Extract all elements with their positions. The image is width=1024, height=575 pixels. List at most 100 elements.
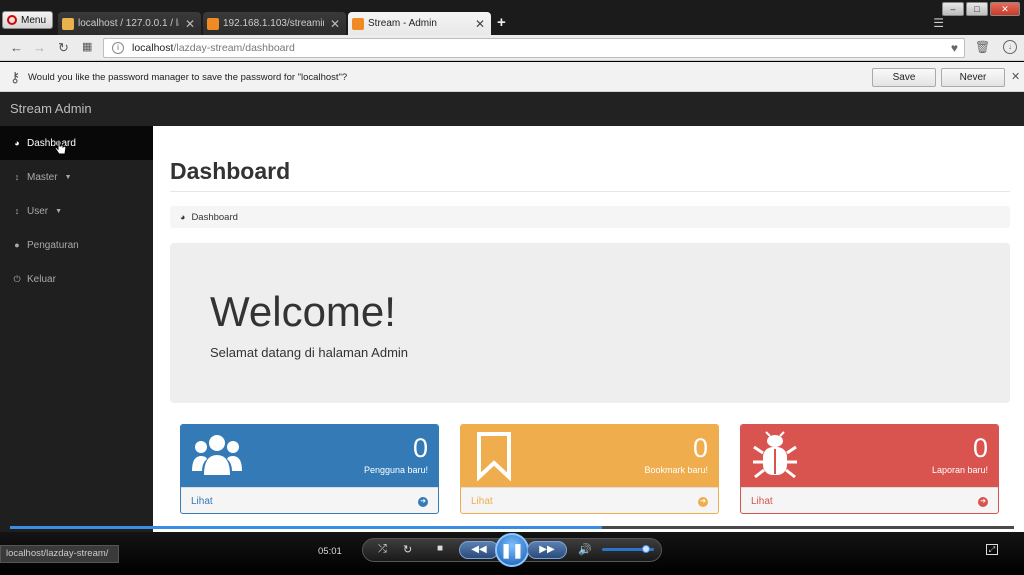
new-bookmarks-label: Bookmark baru! <box>644 465 708 475</box>
new-tab-button[interactable]: + <box>497 14 506 31</box>
playback-time: 05:01 <box>318 546 342 557</box>
tab-menu-icon[interactable]: ☰ <box>933 16 944 30</box>
panel-heading: 0 Laporan baru! <box>741 425 998 487</box>
tab-stream-admin[interactable]: Stream - Admin ✕ <box>348 12 491 35</box>
fast-forward-button[interactable]: ▶▶ <box>527 541 567 559</box>
bookmark-icon <box>477 432 511 481</box>
sidebar-item-pengaturan[interactable]: ● Pengaturan <box>0 228 153 262</box>
site-favicon-icon <box>207 17 219 30</box>
pause-button[interactable]: ❚❚ <box>495 533 529 567</box>
tab-streaming[interactable]: 192.168.1.103/streaming/a ✕ <box>203 12 346 35</box>
site-favicon-icon <box>352 17 364 30</box>
sidebar-item-user[interactable]: ↕ User ▼ <box>0 194 153 228</box>
sort-icon: ↕ <box>14 206 20 216</box>
close-window-icon[interactable]: ✕ <box>990 2 1020 16</box>
opera-logo-icon <box>7 15 17 25</box>
password-manager-bar: ⚷ Would you like the password manager to… <box>0 62 1024 92</box>
brand-title[interactable]: Stream Admin <box>10 101 92 116</box>
address-bar-row: ← → ↻ ▦ i localhost/lazday-stream/dashbo… <box>0 35 1024 61</box>
new-users-count: 0 <box>412 433 428 463</box>
new-users-panel: 0 Pengguna baru! Lihat ➜ <box>180 424 439 514</box>
sidebar-item-label: User <box>27 205 49 217</box>
menu-label: Menu <box>21 14 47 26</box>
view-bookmarks-link[interactable]: Lihat ➜ <box>461 487 718 513</box>
phpmyadmin-favicon-icon <box>62 17 74 30</box>
reload-icon[interactable]: ↻ <box>58 40 69 56</box>
shuffle-icon[interactable]: ⤮ <box>378 543 387 556</box>
site-info-icon[interactable]: i <box>112 42 124 54</box>
rewind-button[interactable]: ◀◀ <box>459 541 499 559</box>
close-tab-icon[interactable]: ✕ <box>183 17 197 31</box>
new-reports-label: Laporan baru! <box>931 465 988 475</box>
volume-icon[interactable]: 🔊 <box>578 543 592 556</box>
stop-icon[interactable]: ■ <box>437 543 443 554</box>
dashboard-icon: ◕ <box>14 138 20 148</box>
dashboard-icon: ◕ <box>180 212 186 222</box>
panel-link-label: Lihat <box>191 496 213 507</box>
minimize-icon[interactable]: – <box>942 2 964 16</box>
new-users-label: Pengguna baru! <box>363 465 428 475</box>
close-icon[interactable]: ✕ <box>1011 70 1020 83</box>
close-tab-icon[interactable]: ✕ <box>473 17 487 31</box>
tab-title: localhost / 127.0.0.1 / lazd <box>78 18 179 29</box>
welcome-jumbotron: Welcome! Selamat datang di halaman Admin <box>170 243 1010 403</box>
breadcrumb-item[interactable]: Dashboard <box>191 212 237 223</box>
speed-dial-icon[interactable]: ▦ <box>82 40 92 53</box>
sort-icon: ↕ <box>14 172 20 182</box>
back-icon[interactable]: ← <box>10 40 23 55</box>
panel-heading: 0 Pengguna baru! <box>181 425 438 487</box>
panel-link-label: Lihat <box>471 496 493 507</box>
video-progress-fill <box>10 526 603 529</box>
forward-icon[interactable]: → <box>33 40 46 55</box>
trash-icon[interactable]: 🗑 <box>975 40 990 54</box>
welcome-subtitle: Selamat datang di halaman Admin <box>210 345 409 360</box>
admin-navbar: Stream Admin <box>0 92 1024 126</box>
status-bar-url: localhost/lazday-stream/ <box>0 545 119 563</box>
opera-menu-button[interactable]: Menu <box>2 11 53 29</box>
users-icon <box>192 435 242 475</box>
view-users-link[interactable]: Lihat ➜ <box>181 487 438 513</box>
sidebar-item-master[interactable]: ↕ Master ▼ <box>0 160 153 194</box>
sidebar-item-label: Pengaturan <box>27 239 79 251</box>
download-icon[interactable]: ↓ <box>1003 40 1017 54</box>
new-reports-count: 0 <box>972 433 988 463</box>
window-controls: – □ ✕ <box>942 2 1020 16</box>
main-content: Dashboard ◕ Dashboard Welcome! Selamat d… <box>153 126 1024 536</box>
save-password-button[interactable]: Save <box>872 68 936 87</box>
repeat-icon[interactable]: ↻ <box>403 543 412 556</box>
mouse-cursor-icon <box>55 139 67 155</box>
video-seek-bar[interactable] <box>10 526 1014 529</box>
arrow-circle-right-icon: ➜ <box>978 496 988 507</box>
tab-phpmyadmin[interactable]: localhost / 127.0.0.1 / lazd ✕ <box>58 12 201 35</box>
sidebar-item-dashboard[interactable]: ◕ Dashboard <box>0 126 153 160</box>
new-bookmarks-count: 0 <box>692 433 708 463</box>
breadcrumb: ◕ Dashboard <box>170 206 1010 228</box>
fullscreen-icon[interactable]: ⤢ <box>986 544 998 555</box>
arrow-circle-right-icon: ➜ <box>698 496 708 507</box>
sidebar-item-label: Master <box>27 171 58 183</box>
view-reports-link[interactable]: Lihat ➜ <box>741 487 998 513</box>
close-tab-icon[interactable]: ✕ <box>328 17 342 31</box>
sidebar-item-keluar[interactable]: ⏻ Keluar <box>0 262 153 296</box>
tab-title: Stream - Admin <box>368 18 437 29</box>
panel-heading: 0 Bookmark baru! <box>461 425 718 487</box>
heart-icon[interactable]: ♥ <box>951 41 958 55</box>
tab-title: 192.168.1.103/streaming/a <box>223 18 324 29</box>
browser-tab-bar: Menu localhost / 127.0.0.1 / lazd ✕ 192.… <box>0 0 1024 35</box>
new-reports-panel: 0 Laporan baru! Lihat ➜ <box>740 424 999 514</box>
title-divider <box>170 191 1010 192</box>
url-host: localhost <box>132 42 174 54</box>
sidebar-item-label: Dashboard <box>27 137 76 149</box>
never-save-button[interactable]: Never <box>941 68 1005 87</box>
caret-down-icon: ▼ <box>64 173 72 181</box>
maximize-icon[interactable]: □ <box>966 2 988 16</box>
page-title: Dashboard <box>170 158 291 184</box>
sidebar-item-label: Keluar <box>27 273 56 285</box>
bug-icon <box>753 431 797 479</box>
welcome-title: Welcome! <box>210 288 396 335</box>
caret-down-icon: ▼ <box>55 207 63 215</box>
panel-link-label: Lihat <box>751 496 773 507</box>
url-input[interactable]: i localhost/lazday-stream/dashboard ♥ <box>103 38 965 58</box>
power-icon: ⏻ <box>13 273 21 284</box>
url-path: /lazday-stream/dashboard <box>173 42 295 54</box>
